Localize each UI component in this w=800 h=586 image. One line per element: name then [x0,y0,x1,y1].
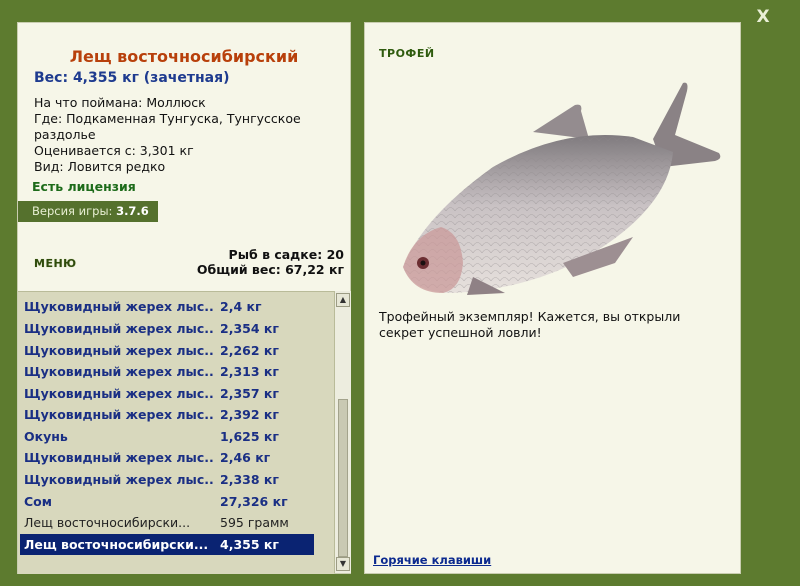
scroll-thumb[interactable] [338,399,348,557]
list-item-name: Щуковидный жерех лыс... [24,364,214,379]
list-item-weight: 595 грамм [220,515,289,530]
dialog-frame: X Лещ восточносибирский Вес: 4,355 кг (з… [0,0,800,586]
scroll-down-arrow-icon[interactable]: ▼ [336,557,350,571]
keepnet-count: Рыб в садке: 20 [228,247,344,262]
list-item-name: Лещ восточносибирски... [24,515,191,530]
list-item-weight: 2,392 кг [220,407,279,422]
place-line-2: раздолье [34,127,96,142]
list-item-weight: 2,354 кг [220,321,279,336]
list-item-name: Окунь [24,429,68,444]
list-item-name: Щуковидный жерех лыс... [24,299,214,314]
list-item[interactable]: Лещ восточносибирски... 595 грамм [20,512,314,533]
kind-line: Вид: Ловится редко [34,159,166,174]
list-item[interactable]: Щуковидный жерех лыс... 2,392 кг [20,404,314,425]
license-status: Есть лицензия [32,179,136,194]
list-scrollbar[interactable]: ▲ ▼ [334,291,351,573]
list-item-weight: 1,625 кг [220,429,279,444]
list-item-selected[interactable]: Лещ восточносибирски... 4,355 кг [20,534,314,555]
list-item-weight: 2,313 кг [220,364,279,379]
list-item-name: Щуковидный жерех лыс... [24,386,214,401]
list-item-name: Щуковидный жерех лыс... [24,450,214,465]
list-item[interactable]: Щуковидный жерех лыс... 2,262 кг [20,340,314,361]
list-item-name: Щуковидный жерех лыс... [24,343,214,358]
list-item-weight: 4,355 кг [220,537,279,552]
close-button[interactable]: X [752,6,774,28]
catch-list[interactable]: Щуковидный жерех лыс... 2,4 кг Щуковидны… [18,291,334,574]
game-version-badge: Версия игры: 3.7.6 [18,201,158,222]
place-line-1: Где: Подкаменная Тунгуска, Тунгусское [34,111,301,126]
list-item-weight: 2,46 кг [220,450,271,465]
list-item-weight: 27,326 кг [220,494,288,509]
fish-title: Лещ восточносибирский [69,47,299,66]
catch-info-panel: Лещ восточносибирский Вес: 4,355 кг (зач… [17,22,351,574]
trophy-panel: ТРОФЕЙ Трофейный экземпляр! Кажется, вы … [364,22,741,574]
list-item[interactable]: Щуковидный жерех лыс... 2,4 кг [20,296,314,317]
list-item[interactable]: Щуковидный жерех лыс... 2,313 кг [20,361,314,382]
list-item-name: Щуковидный жерех лыс... [24,321,214,336]
list-item[interactable]: Щуковидный жерех лыс... 2,46 кг [20,447,314,468]
fish-weight: Вес: 4,355 кг (зачетная) [34,70,230,86]
list-item[interactable]: Сом 27,326 кг [20,491,314,512]
valued-line: Оценивается с: 3,301 кг [34,143,194,158]
list-item-name: Щуковидный жерех лыс... [24,472,214,487]
list-item-weight: 2,262 кг [220,343,279,358]
version-label: Версия игры: [32,204,113,218]
list-item-name: Сом [24,494,52,509]
bream-fish-image [403,82,721,295]
fish-details: На что поймана: Моллюск Где: Подкаменная… [34,95,334,175]
list-item[interactable]: Щуковидный жерех лыс... 2,354 кг [20,318,314,339]
list-item-name: Лещ восточносибирски... [24,537,209,552]
list-item-weight: 2,4 кг [220,299,262,314]
version-value: 3.7.6 [116,204,149,218]
list-item[interactable]: Щуковидный жерех лыс... 2,338 кг [20,469,314,490]
scroll-up-arrow-icon[interactable]: ▲ [336,293,350,307]
list-item-weight: 2,357 кг [220,386,279,401]
keepnet-summary: Рыб в садке: 20 Общий вес: 67,22 кг [197,247,344,277]
list-item[interactable]: Окунь 1,625 кг [20,426,314,447]
keepnet-total-weight: Общий вес: 67,22 кг [196,262,344,277]
list-item[interactable]: Щуковидный жерех лыс... 2,357 кг [20,383,314,404]
list-item-weight: 2,338 кг [220,472,279,487]
menu-button[interactable]: МЕНЮ [34,257,77,270]
hotkeys-link[interactable]: Горячие клавиши [373,553,491,567]
trophy-message: Трофейный экземпляр! Кажется, вы открыли… [379,309,681,340]
list-item-name: Щуковидный жерех лыс... [24,407,214,422]
bait-line: На что поймана: Моллюск [34,95,206,110]
